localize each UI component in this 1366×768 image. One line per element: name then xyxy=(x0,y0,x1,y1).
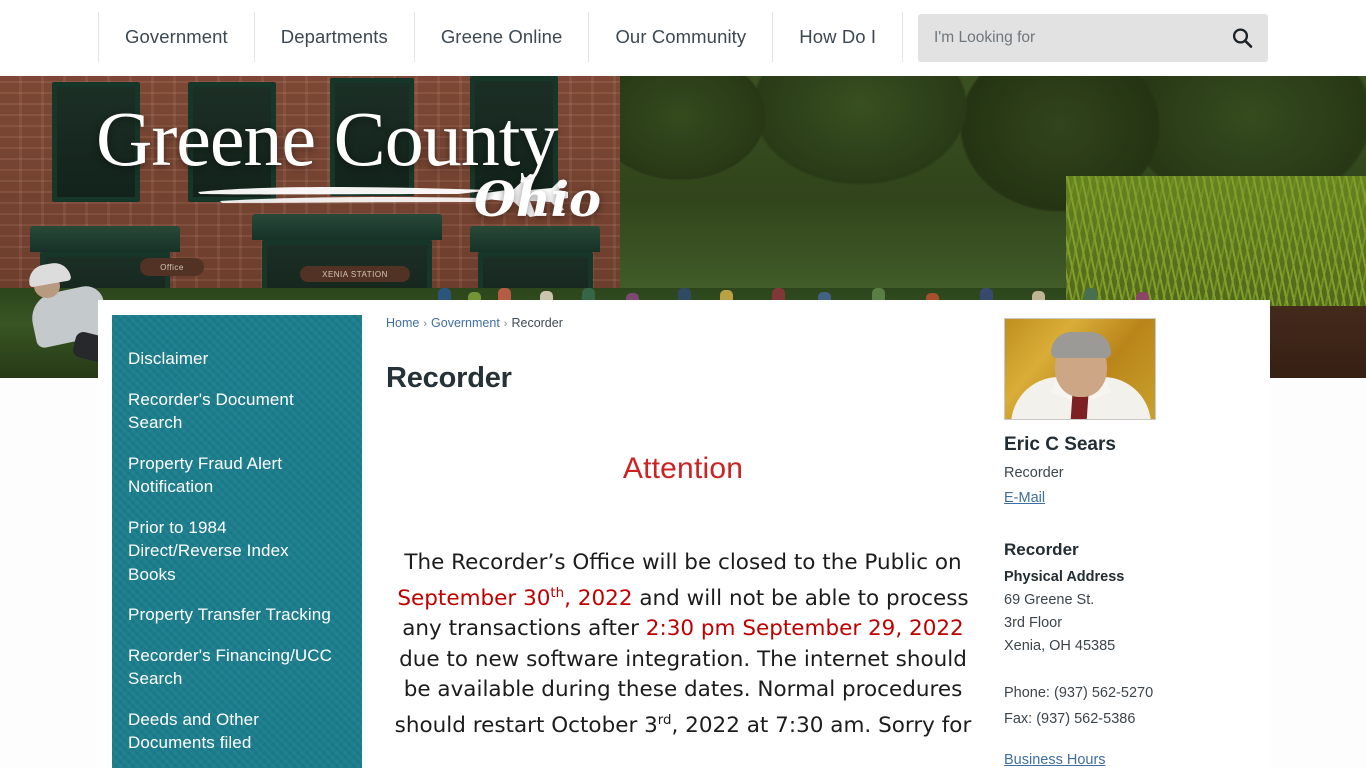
contact-role: Recorder xyxy=(1004,465,1064,481)
breadcrumb-separator: › xyxy=(423,318,428,330)
top-navigation-bar: Government Departments Greene Online Our… xyxy=(0,0,1366,76)
attention-heading: Attention xyxy=(622,452,744,485)
site-logo[interactable]: Greene County Ohio xyxy=(96,94,616,284)
search-container xyxy=(918,14,1268,62)
recorder-portrait-photo xyxy=(1004,318,1156,420)
business-hours-link[interactable]: Business Hours xyxy=(1004,752,1106,768)
logo-subtitle: Ohio xyxy=(474,172,601,228)
address-line-3: Xenia, OH 45385 xyxy=(1004,638,1116,654)
restart-date-ordinal: rd xyxy=(657,712,672,728)
nav-item-greene-online[interactable]: Greene Online xyxy=(415,12,590,62)
announcement-body: The Recorder’s Office will be closed to … xyxy=(386,548,980,741)
department-heading: Recorder xyxy=(1004,540,1079,559)
page-root: Government Departments Greene Online Our… xyxy=(0,0,1366,768)
breadcrumb-separator: › xyxy=(503,318,508,330)
sidebar-item-recorders-financing-ucc-search[interactable]: Recorder's Financing/UCC Search xyxy=(128,644,340,691)
email-link[interactable]: E-Mail xyxy=(1004,490,1045,506)
sidebar-item-deeds-and-other-documents-filed[interactable]: Deeds and Other Documents filed xyxy=(128,708,340,755)
breadcrumb-current: Recorder xyxy=(511,316,563,330)
main-menu: Government Departments Greene Online Our… xyxy=(98,12,904,62)
nav-label: Greene Online xyxy=(440,26,563,47)
sidebar-item-disclaimer[interactable]: Disclaimer xyxy=(128,347,340,371)
nav-item-government[interactable]: Government xyxy=(98,12,255,62)
page-title: Recorder xyxy=(386,362,512,394)
content-panel: Disclaimer Recorder's Document Search Pr… xyxy=(98,300,1270,768)
breadcrumb-government[interactable]: Government xyxy=(431,316,500,330)
body-part-1: The Recorder’s Office will be closed to … xyxy=(404,550,962,575)
sidebar-item-recorders-document-search[interactable]: Recorder's Document Search xyxy=(128,388,340,435)
sidebar-item-property-fraud-alert-notification[interactable]: Property Fraud Alert Notification xyxy=(128,452,340,499)
cutoff-time: 2:30 pm September 29, 2022 xyxy=(645,616,964,642)
body-part-4: , 2022 at 7:30 am. Sorry for xyxy=(671,712,972,738)
closure-date-year: , 2022 xyxy=(564,585,633,611)
contact-sidebar: Eric C Sears Recorder E-Mail Recorder Ph… xyxy=(1004,300,1270,768)
breadcrumb: Home › Government › Recorder xyxy=(386,316,563,330)
nav-label: Departments xyxy=(280,26,388,47)
sidebar-item-property-transfer-tracking[interactable]: Property Transfer Tracking xyxy=(128,603,340,627)
fax-number: Fax: (937) 562-5386 xyxy=(1004,711,1136,727)
main-content: Home › Government › Recorder Recorder Attent… xyxy=(386,300,1002,768)
nav-item-our-community[interactable]: Our Community xyxy=(589,12,774,62)
physical-address-label: Physical Address xyxy=(1004,569,1125,585)
phone-number: Phone: (937) 562-5270 xyxy=(1004,685,1154,701)
nav-label: How Do I xyxy=(799,26,877,47)
address-line-1: 69 Greene St. xyxy=(1004,592,1095,608)
closure-date: September 30 xyxy=(397,585,551,611)
sidebar-item-prior-to-1984-index-books[interactable]: Prior to 1984 Direct/Reverse Index Books xyxy=(128,516,340,587)
nav-label: Our Community xyxy=(615,26,747,47)
address-line-2: 3rd Floor xyxy=(1004,615,1063,631)
closure-date-ordinal: th xyxy=(550,585,565,601)
contact-name: Eric C Sears xyxy=(1004,434,1116,455)
search-button[interactable] xyxy=(1230,26,1254,50)
section-sidebar-nav: Disclaimer Recorder's Document Search Pr… xyxy=(112,315,362,768)
logo-streak-icon xyxy=(198,187,494,203)
search-input[interactable] xyxy=(934,14,1214,62)
nav-item-departments[interactable]: Departments xyxy=(255,12,415,62)
search-icon xyxy=(1232,28,1253,48)
physical-address: 69 Greene St. 3rd Floor Xenia, OH 45385 xyxy=(1004,589,1115,658)
nav-label: Government xyxy=(125,26,228,47)
nav-item-how-do-i[interactable]: How Do I xyxy=(773,12,904,62)
contact-numbers: Phone: (937) 562-5270 Fax: (937) 562-538… xyxy=(1004,680,1153,732)
breadcrumb-home[interactable]: Home xyxy=(386,316,419,330)
